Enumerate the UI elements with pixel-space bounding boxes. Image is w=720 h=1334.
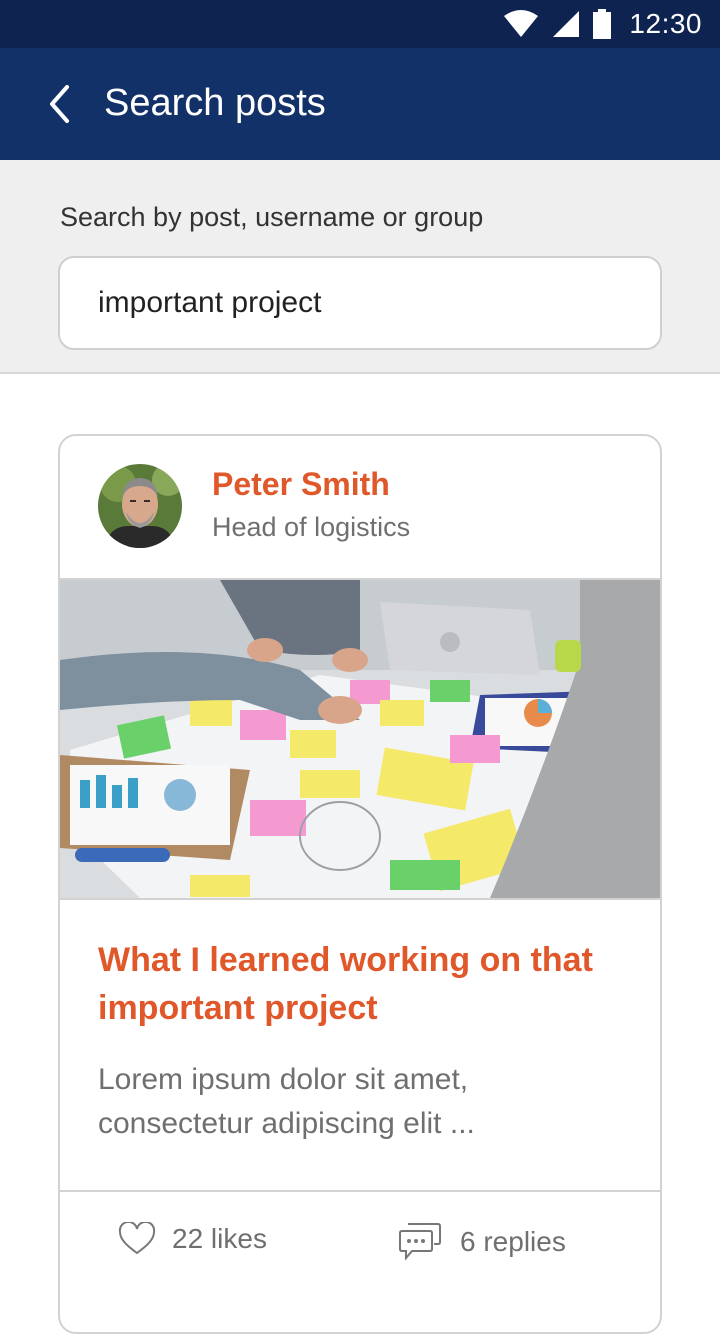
status-bar: 12:30 [0,0,720,48]
chevron-left-icon [50,85,69,123]
search-label: Search by post, username or group [60,202,484,232]
author-name[interactable]: Peter Smith [212,466,390,503]
battery-icon [593,9,612,39]
avatar-image [98,464,182,548]
post-excerpt: Lorem ipsum dolor sit amet, consectetur … [98,1063,475,1140]
wifi-icon [504,10,539,37]
search-input[interactable] [58,256,662,350]
app-bar: Search posts [0,48,720,160]
like-button[interactable]: 22 likes [118,1222,267,1256]
post-photo [60,580,660,898]
post-title[interactable]: What I learned working on that important… [98,936,618,1032]
post-card[interactable]: Peter Smith Head of logistics What I lea… [58,434,662,1334]
replies-count: 6 replies [460,1226,566,1257]
back-button[interactable] [30,74,90,134]
heart-icon [118,1222,156,1255]
status-time: 12:30 [629,8,702,39]
likes-count: 22 likes [172,1223,267,1254]
post-image[interactable] [60,578,660,900]
replies-button[interactable]: 6 replies [398,1222,566,1262]
page-title: Search posts [104,82,326,124]
avatar[interactable] [98,464,182,548]
search-section: Search by post, username or group [0,160,720,374]
chat-bubbles-icon [399,1223,441,1261]
card-footer: 22 likes 6 replies [60,1190,660,1332]
author-role: Head of logistics [212,512,411,542]
status-icons: 12:30 [503,0,702,48]
signal-icon [553,11,580,37]
